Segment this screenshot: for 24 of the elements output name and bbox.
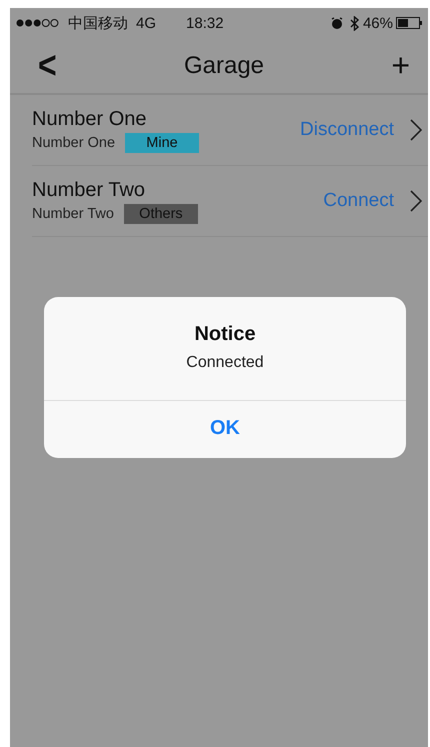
back-button[interactable]: < bbox=[38, 43, 78, 88]
bluetooth-icon bbox=[350, 16, 359, 30]
garage-row[interactable]: Number One Number One Mine Disconnect bbox=[32, 95, 428, 166]
ok-button[interactable]: OK bbox=[200, 417, 250, 440]
owner-tag: Others bbox=[124, 204, 198, 224]
garage-name: Number Two bbox=[32, 178, 146, 202]
dialog-title: Notice bbox=[194, 323, 256, 346]
garage-row[interactable]: Number Two Number Two Others Connect bbox=[32, 166, 428, 237]
page-title: Garage bbox=[182, 52, 266, 80]
add-button[interactable]: + bbox=[370, 47, 410, 84]
alarm-clock-icon bbox=[330, 16, 343, 30]
dialog-message: Connected bbox=[186, 354, 264, 372]
chevron-right-icon bbox=[410, 190, 422, 212]
garage-subtitle: Number One bbox=[32, 134, 116, 150]
carrier-name: 中国移动 bbox=[68, 14, 128, 32]
signal-dots-icon bbox=[16, 18, 60, 28]
chevron-right-icon bbox=[410, 119, 422, 141]
battery-icon bbox=[396, 17, 422, 29]
clock-time: 18:32 bbox=[186, 14, 224, 32]
battery-percent: 46% bbox=[362, 14, 393, 32]
owner-tag: Mine bbox=[125, 132, 200, 152]
garage-subtitle: Number Two bbox=[32, 206, 114, 222]
network-type: 4G bbox=[136, 14, 156, 32]
garage-name: Number One bbox=[32, 108, 148, 130]
